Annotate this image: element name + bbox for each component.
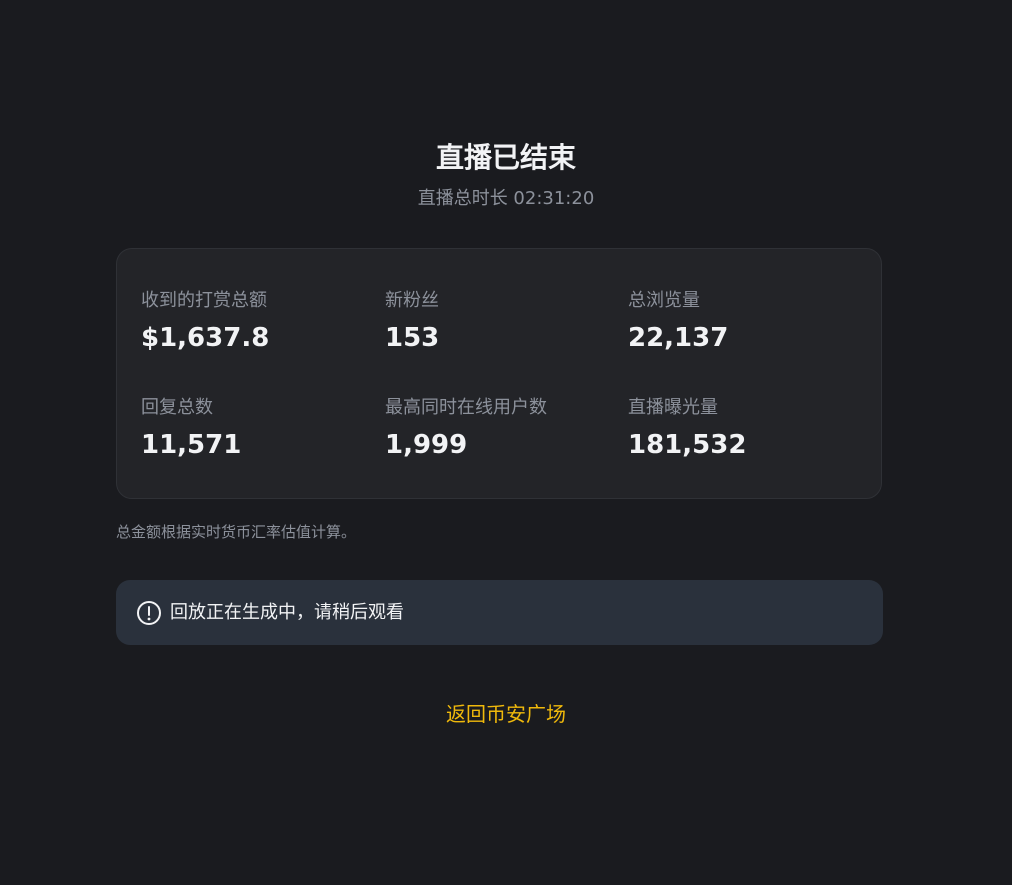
info-icon xyxy=(136,600,162,626)
stat-label: 回复总数 xyxy=(141,397,213,418)
stat-impressions: 直播曝光量 181,532 xyxy=(628,395,863,463)
stat-value: 22,137 xyxy=(628,323,729,353)
stat-label: 总浏览量 xyxy=(628,290,700,311)
replay-banner: 回放正在生成中，请稍后观看 xyxy=(116,580,883,645)
stream-duration: 直播总时长 02:31:20 xyxy=(417,188,595,209)
stat-value: 181,532 xyxy=(628,430,747,460)
stat-label: 最高同时在线用户数 xyxy=(385,397,547,418)
stats-card: 收到的打赏总额 $1,637.8 新粉丝 153 总浏览量 22,137 回复总… xyxy=(116,248,882,499)
stat-total-replies: 回复总数 11,571 xyxy=(141,395,376,463)
stat-value: $1,637.8 xyxy=(141,323,270,353)
back-to-square-link[interactable]: 返回币安广场 xyxy=(0,699,1012,729)
stat-label: 直播曝光量 xyxy=(628,397,718,418)
stat-new-followers: 新粉丝 153 xyxy=(385,288,620,356)
stat-label: 新粉丝 xyxy=(385,290,439,311)
stat-label: 收到的打赏总额 xyxy=(141,290,267,311)
stat-tips-total: 收到的打赏总额 $1,637.8 xyxy=(141,288,376,356)
currency-note: 总金额根据实时货币汇率估值计算。 xyxy=(116,523,357,541)
replay-status-text: 回放正在生成中，请稍后观看 xyxy=(170,601,404,623)
page-title: 直播已结束 xyxy=(435,141,576,174)
stat-peak-concurrent-users: 最高同时在线用户数 1,999 xyxy=(385,395,620,463)
stat-value: 1,999 xyxy=(385,430,468,460)
stat-value: 153 xyxy=(385,323,440,353)
stat-value: 11,571 xyxy=(141,430,242,460)
stat-total-views: 总浏览量 22,137 xyxy=(628,288,863,356)
